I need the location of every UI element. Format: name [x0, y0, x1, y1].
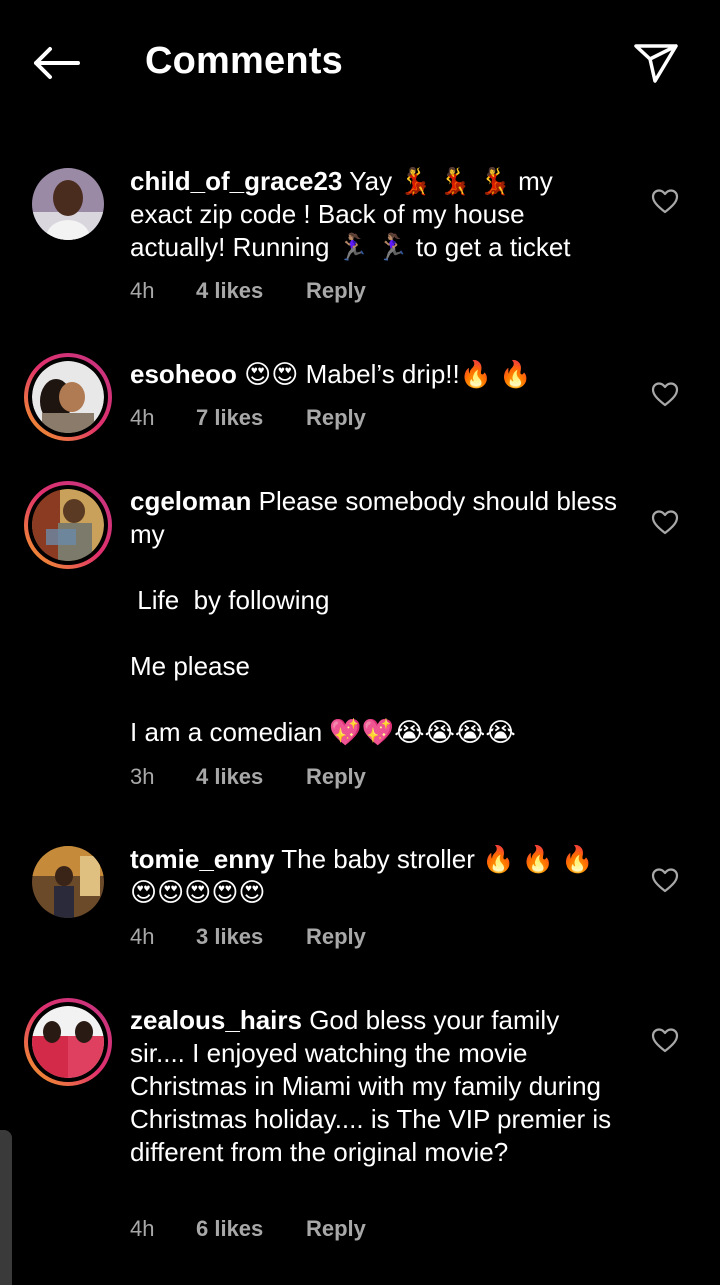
reply-button[interactable]: Reply [306, 405, 366, 431]
comment-body: 😍😍 Mabel’s drip!!🔥 🔥 [236, 359, 532, 389]
share-button[interactable] [630, 38, 682, 88]
header: Comments [0, 0, 720, 125]
avatar-image [32, 846, 104, 918]
likes-count[interactable]: 6 likes [196, 1216, 306, 1242]
avatar-ring-gap [28, 485, 108, 565]
comment-username[interactable]: cgeloman [130, 486, 251, 516]
avatar-ring-gap [28, 1002, 108, 1082]
avatar-image [32, 1006, 104, 1078]
avatar[interactable] [24, 998, 112, 1086]
avatar-ring-gap [28, 357, 108, 437]
comment-body: Please somebody should bless my Life by … [130, 486, 618, 747]
reply-button[interactable]: Reply [306, 924, 366, 950]
send-icon [634, 44, 678, 83]
like-heart-icon[interactable] [650, 508, 680, 536]
comment-time: 4h [130, 278, 155, 303]
reply-button[interactable]: Reply [306, 1216, 366, 1242]
avatar-image [32, 168, 104, 240]
comment-meta: 4h 3 likes Reply [130, 924, 366, 950]
avatar-image [32, 361, 104, 433]
avatar[interactable] [32, 168, 104, 240]
comment-time: 4h [130, 1216, 155, 1241]
reply-button[interactable]: Reply [306, 278, 366, 304]
edge-handle[interactable] [0, 1130, 12, 1285]
comment-text: cgeloman Please somebody should bless my… [130, 485, 620, 749]
comment-username[interactable]: zealous_hairs [130, 1005, 302, 1035]
like-heart-icon[interactable] [650, 380, 680, 408]
back-arrow-icon [34, 47, 80, 79]
comment-username[interactable]: tomie_enny [130, 844, 275, 874]
comment-text: esoheoo 😍😍 Mabel’s drip!!🔥 🔥 [130, 358, 620, 391]
comment-text: tomie_enny The baby stroller 🔥 🔥 🔥 😍😍😍😍😍 [130, 843, 620, 909]
comment-meta: 4h 4 likes Reply [130, 278, 366, 304]
comment-text: child_of_grace23 Yay 💃 💃 💃 my exact zip … [130, 165, 620, 264]
likes-count[interactable]: 7 likes [196, 405, 306, 431]
like-heart-icon[interactable] [650, 866, 680, 894]
like-heart-icon[interactable] [650, 1026, 680, 1054]
comment-time: 4h [130, 924, 155, 949]
reply-button[interactable]: Reply [306, 764, 366, 790]
likes-count[interactable]: 4 likes [196, 764, 306, 790]
avatar[interactable] [24, 481, 112, 569]
comment-time: 3h [130, 764, 155, 789]
likes-count[interactable]: 3 likes [196, 924, 306, 950]
avatar-image [32, 489, 104, 561]
comment-username[interactable]: esoheoo [130, 359, 237, 389]
like-heart-icon[interactable] [650, 187, 680, 215]
comment-meta: 4h 7 likes Reply [130, 405, 366, 431]
page-title: Comments [145, 40, 343, 82]
comment-username[interactable]: child_of_grace23 [130, 166, 342, 196]
back-button[interactable] [28, 38, 84, 88]
avatar[interactable] [32, 846, 104, 918]
comment-meta: 4h 6 likes Reply [130, 1216, 366, 1242]
likes-count[interactable]: 4 likes [196, 278, 306, 304]
comment-time: 4h [130, 405, 155, 430]
comment-meta: 3h 4 likes Reply [130, 764, 366, 790]
comment-text: zealous_hairs God bless your family sir.… [130, 1004, 620, 1169]
avatar[interactable] [24, 353, 112, 441]
